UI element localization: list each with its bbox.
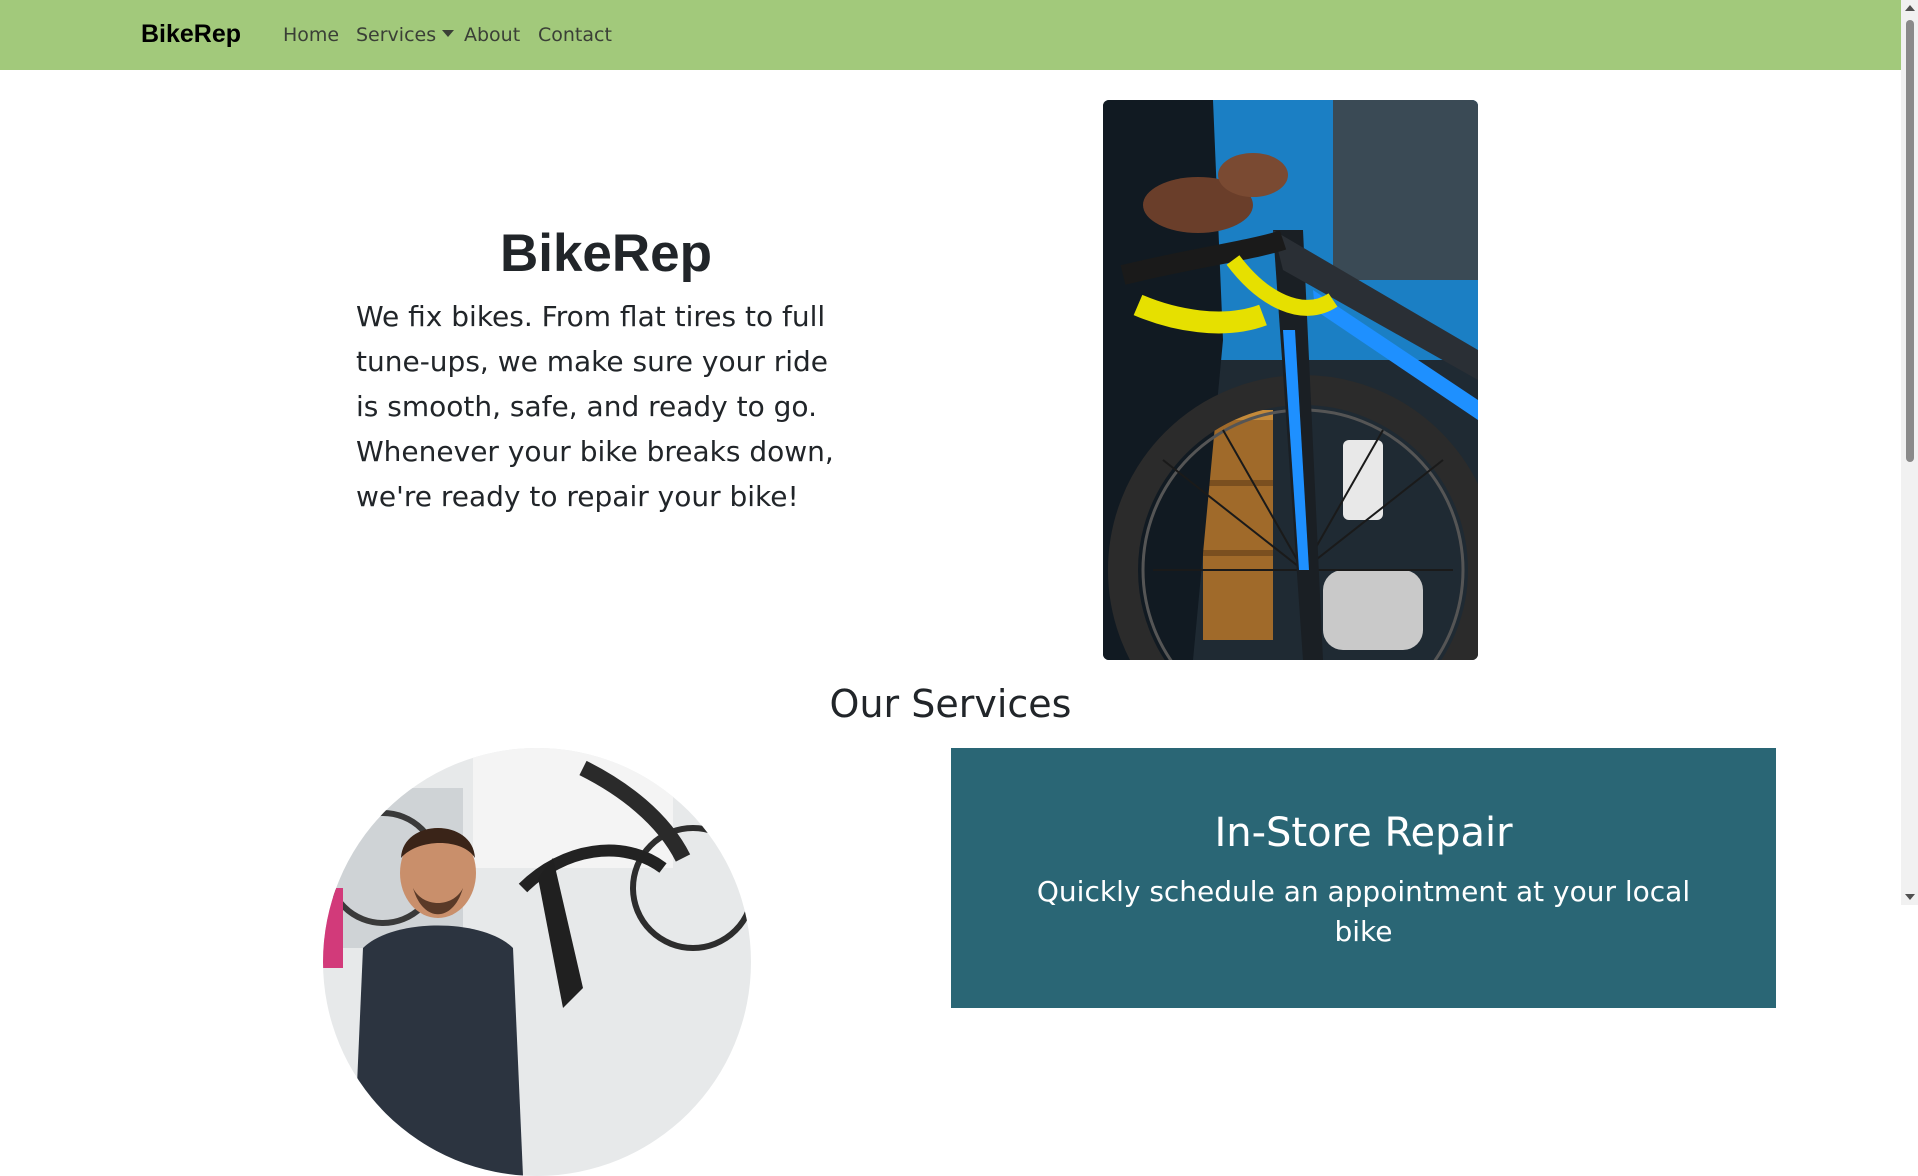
scroll-up-arrow-icon[interactable] bbox=[1905, 5, 1915, 11]
services-heading: Our Services bbox=[829, 682, 1072, 726]
hero-bike-repair-photo bbox=[1103, 100, 1478, 660]
scroll-down-arrow-icon[interactable] bbox=[1905, 894, 1915, 900]
brand-logo[interactable]: BikeRep bbox=[141, 20, 241, 49]
nav-home-link[interactable]: Home bbox=[283, 24, 339, 46]
hero-title: BikeRep bbox=[499, 224, 713, 283]
service-card-text: Quickly schedule an appointment at your … bbox=[1036, 875, 1691, 948]
in-store-repair-card[interactable]: In-Store Repair Quickly schedule an appo… bbox=[951, 748, 1776, 1008]
nav-about-link[interactable]: About bbox=[464, 24, 520, 46]
navbar: BikeRep Home Services About Contact bbox=[0, 0, 1901, 70]
scroll-thumb[interactable] bbox=[1906, 20, 1914, 462]
nav-contact-link[interactable]: Contact bbox=[538, 24, 612, 46]
mechanic-photo bbox=[323, 748, 751, 1176]
chevron-down-icon bbox=[442, 30, 455, 37]
hero-description: We fix bikes. From flat tires to full tu… bbox=[356, 300, 834, 513]
nav-services-label: Services bbox=[356, 24, 437, 46]
page-scrollbar[interactable] bbox=[1901, 0, 1918, 905]
service-card-title: In-Store Repair bbox=[1214, 810, 1513, 856]
nav-services-dropdown[interactable]: Services bbox=[356, 24, 455, 46]
